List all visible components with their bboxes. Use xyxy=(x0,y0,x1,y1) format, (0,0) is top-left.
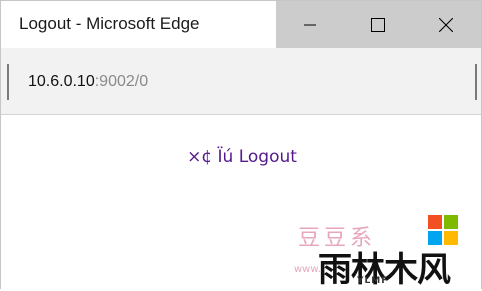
watermark-logo-subtext: YLMF xyxy=(357,276,389,286)
close-button[interactable] xyxy=(412,1,480,48)
minimize-button[interactable] xyxy=(276,1,344,48)
url-field[interactable]: 10.6.0.10:9002/0 xyxy=(28,73,148,91)
title-bar[interactable]: Logout - Microsoft Edge xyxy=(1,1,481,48)
logout-link[interactable]: ×¢ Ïú Logout xyxy=(1,147,482,167)
address-bar-right-edge xyxy=(475,64,477,100)
window-title: Logout - Microsoft Edge xyxy=(19,14,200,33)
url-host: 10.6.0.10 xyxy=(28,73,95,90)
address-bar-left-edge xyxy=(7,64,9,100)
watermark-site-text: www. xyxy=(294,264,321,275)
maximize-button[interactable] xyxy=(344,1,412,48)
windows-logo-icon xyxy=(428,215,458,245)
minimize-icon xyxy=(304,24,316,25)
address-bar[interactable]: 10.6.0.10:9002/0 xyxy=(1,48,481,115)
maximize-icon xyxy=(371,17,385,32)
url-port-path: :9002/0 xyxy=(94,73,149,90)
close-icon xyxy=(439,17,453,32)
caption-buttons xyxy=(276,1,481,48)
